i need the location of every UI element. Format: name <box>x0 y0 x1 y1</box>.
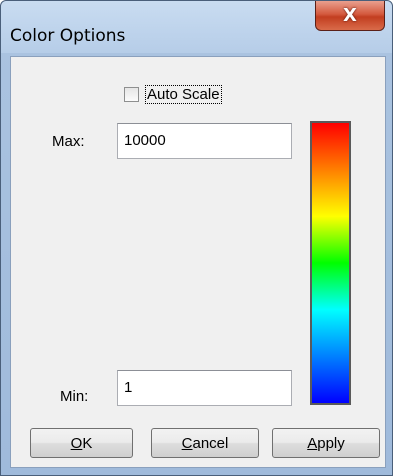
cancel-label-rest: ancel <box>192 434 229 452</box>
color-scale-bar <box>310 121 351 405</box>
auto-scale-label[interactable]: Auto Scale <box>145 85 222 104</box>
apply-label-rest: pply <box>317 434 345 452</box>
apply-button[interactable]: Apply <box>272 428 380 458</box>
ok-mnemonic: O <box>70 434 83 452</box>
max-label: Max: <box>52 133 85 150</box>
dialog-body: Auto Scale Max: 10000 Min: 1 OK Cancel A… <box>10 56 386 468</box>
window-title: Color Options <box>10 26 126 46</box>
max-input[interactable]: 10000 <box>117 123 292 159</box>
auto-scale-checkbox[interactable] <box>124 87 139 102</box>
ok-label-rest: K <box>82 434 93 452</box>
close-button[interactable]: X <box>315 1 385 31</box>
cancel-mnemonic: C <box>181 434 193 452</box>
min-input[interactable]: 1 <box>117 370 292 406</box>
min-label: Min: <box>60 388 89 405</box>
cancel-button[interactable]: Cancel <box>151 428 259 458</box>
apply-mnemonic: A <box>307 434 318 452</box>
close-icon: X <box>343 4 357 26</box>
ok-button[interactable]: OK <box>30 428 133 458</box>
color-options-dialog: Color Options X Auto Scale Max: 10000 Mi… <box>0 0 393 476</box>
title-bar[interactable]: Color Options X <box>1 1 392 53</box>
auto-scale-option[interactable]: Auto Scale <box>124 85 222 104</box>
